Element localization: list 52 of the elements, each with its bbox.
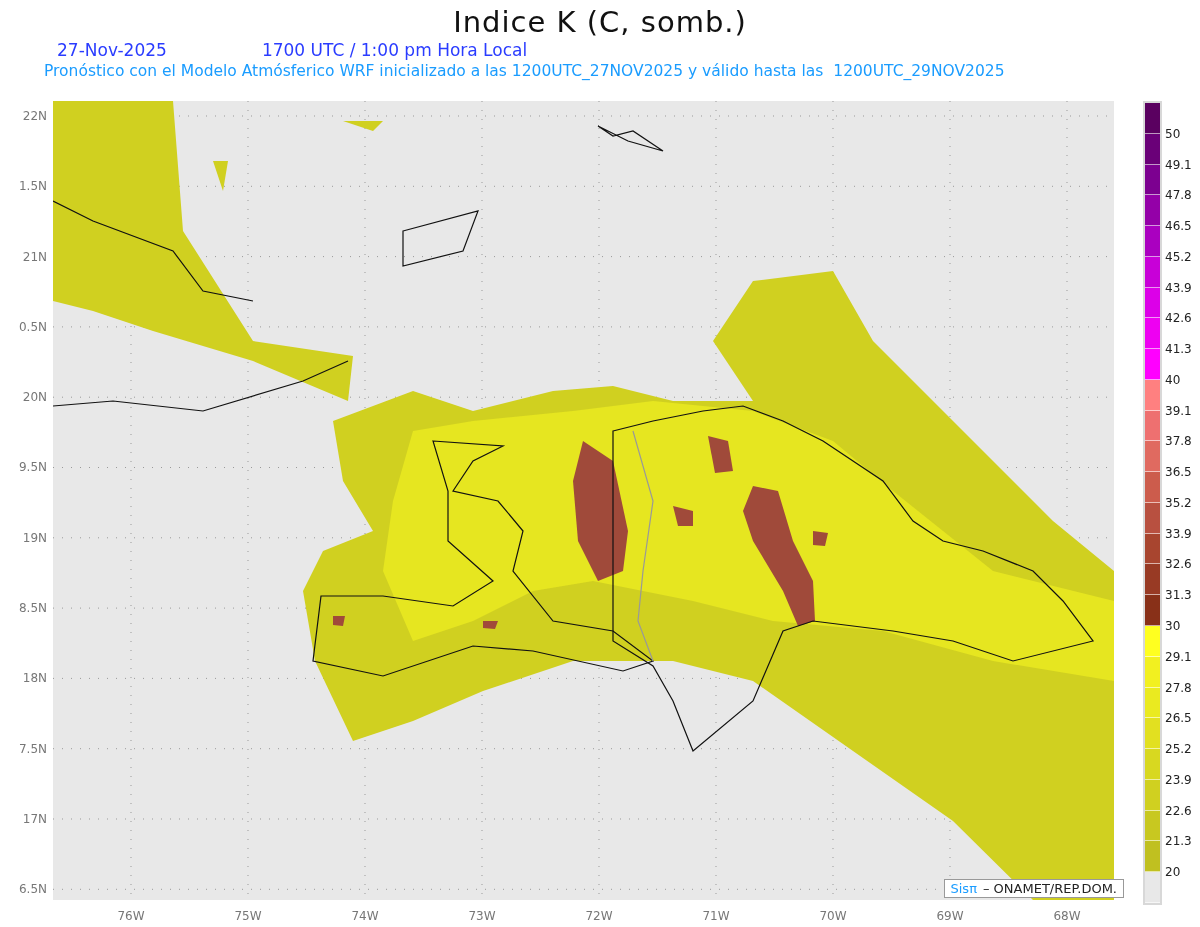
legend-label: 46.5	[1165, 218, 1192, 235]
forecast-time: 1700 UTC / 1:00 pm Hora Local	[261, 40, 528, 60]
legend-label: 47.8	[1165, 187, 1192, 204]
logo-mark: Sisπ	[950, 881, 977, 896]
longitude-label: 71W	[701, 909, 731, 923]
longitude-label: 70W	[818, 909, 848, 923]
longitude-label: 68W	[1052, 909, 1082, 923]
longitude-label: 75W	[233, 909, 263, 923]
legend-label: 22.6	[1165, 802, 1192, 819]
legend-label: 20	[1165, 864, 1181, 881]
legend-label: 50	[1165, 125, 1181, 142]
legend-label: 43.9	[1165, 279, 1192, 296]
legend-label: 33.9	[1165, 525, 1192, 542]
latitude-label: 0.5N	[18, 318, 48, 336]
legend-label: 49.1	[1165, 156, 1192, 173]
legend-label: 42.6	[1165, 310, 1192, 327]
legend-label: 27.8	[1165, 679, 1192, 696]
legend-label: 23.9	[1165, 771, 1192, 788]
legend-label: 35.2	[1165, 494, 1192, 511]
latitude-label: 20N	[22, 389, 48, 407]
latitude-label: 19N	[22, 529, 48, 547]
legend-label: 32.6	[1165, 556, 1192, 573]
latitude-label: 18N	[22, 670, 48, 688]
latitude-label: 8.5N	[18, 600, 48, 618]
chart-title: Indice K (C, somb.)	[453, 4, 747, 40]
latitude-label: 9.5N	[18, 459, 48, 477]
legend-label: 21.3	[1165, 833, 1192, 850]
legend-label: 39.1	[1165, 402, 1192, 419]
legend-label: 37.8	[1165, 433, 1192, 450]
latitude-label: 17N	[22, 810, 48, 828]
longitude-label: 72W	[584, 909, 614, 923]
credit-text: – ONAMET/REP.DOM.	[982, 881, 1117, 896]
forecast-description: Pronóstico con el Modelo Atmósferico WRF inicializado a las 1200UTC_27NOV2025 y válido hasta las 1200UTC_29NOV2025	[43, 61, 1006, 82]
legend-label: 30	[1165, 618, 1181, 634]
latitude-label: 1.5N	[18, 178, 48, 196]
longitude-label: 76W	[116, 909, 146, 923]
legend-label: 36.5	[1165, 464, 1192, 481]
longitude-label: 73W	[467, 909, 497, 923]
latitude-label: 7.5N	[18, 740, 48, 758]
legend-label: 45.2	[1165, 248, 1192, 265]
longitude-label: 74W	[350, 909, 380, 923]
legend-label: 40	[1165, 371, 1181, 388]
legend-label: 25.2	[1165, 741, 1192, 758]
latitude-label: 21N	[22, 248, 48, 266]
longitude-label: 69W	[935, 909, 965, 923]
legend-label: 26.5	[1165, 710, 1192, 727]
latitude-label: 22N	[22, 108, 48, 125]
latitude-label: 6.5N	[18, 881, 48, 899]
forecast-date: 27-Nov-2025	[57, 40, 167, 60]
legend-label: 31.3	[1165, 587, 1192, 604]
legend-label: 41.3	[1165, 341, 1192, 358]
legend-label: 29.1	[1165, 648, 1192, 665]
